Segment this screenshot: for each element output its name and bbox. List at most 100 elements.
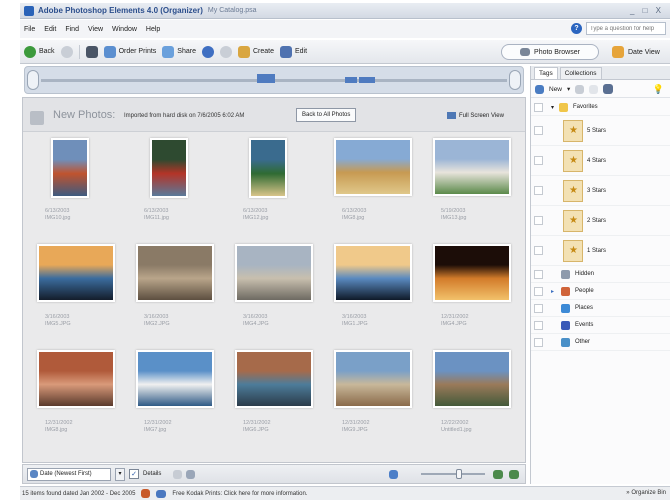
menu-window[interactable]: Window [112,26,137,33]
photo-thumbnail[interactable] [37,350,115,408]
photo-thumbnail-cell[interactable]: 12/22/2002 Untitled1.jpg [433,344,533,454]
timeline-bar[interactable] [257,74,275,83]
photo-thumbnail-cell[interactable]: 5/19/2003 IMG13.jpg [433,132,533,242]
tag-row[interactable]: Events [531,317,670,334]
tag-checkbox[interactable] [534,270,543,279]
tag-checkbox[interactable] [534,126,543,135]
slideshow-icon[interactable] [85,45,98,58]
edit-tag-icon[interactable] [589,84,599,94]
details-checkbox[interactable]: ✓ [129,469,139,479]
photo-thumbnail[interactable] [249,138,287,198]
create-button[interactable]: Create [237,45,274,58]
photo-thumbnail-cell[interactable]: 3/16/2003 IMG5.JPG [37,238,137,348]
back-button[interactable]: Back [24,45,55,58]
tag-row[interactable]: 1 Stars [531,236,670,266]
tab-tags[interactable]: Tags [534,67,558,79]
photo-thumbnail[interactable] [136,350,214,408]
menu-find[interactable]: Find [65,26,79,33]
photo-thumbnail[interactable] [433,138,511,196]
tab-collections[interactable]: Collections [559,67,602,79]
photo-thumbnail[interactable] [433,244,511,302]
filter-icon[interactable] [173,469,183,479]
timeline-bar[interactable] [345,77,357,83]
thumbnail-size-slider[interactable] [421,469,485,479]
kodak-prints-link[interactable]: Free Kodak Prints: Click here for more i… [172,491,307,497]
photo-thumbnail[interactable] [235,350,313,408]
tag-checkbox[interactable] [534,338,543,347]
tag-row[interactable]: ▸ People [531,283,670,300]
tag-checkbox[interactable] [534,321,543,330]
photo-thumbnail-cell[interactable]: 6/13/2003 IMG8.jpg [334,132,434,242]
photo-thumbnail[interactable] [334,350,412,408]
expand-arrow-icon[interactable]: ▾ [551,104,554,111]
tag-row[interactable]: 3 Stars [531,176,670,206]
organize-bin-button[interactable]: » Organize Bin [626,490,666,496]
tag-checkbox[interactable] [534,156,543,165]
photo-thumbnail[interactable] [37,244,115,302]
back-to-all-photos-button[interactable]: Back to All Photos [296,108,357,122]
edit-button[interactable]: Edit [280,45,307,58]
menu-help[interactable]: Help [146,26,160,33]
find-faces-icon[interactable] [603,84,614,94]
photo-thumbnail-cell[interactable]: 6/13/2003 IMG11.jpg [136,132,236,242]
photo-thumbnail[interactable] [433,350,511,408]
photo-thumbnail[interactable] [150,138,188,198]
full-screen-view-button[interactable]: Full Screen View [447,112,504,119]
menu-edit[interactable]: Edit [44,26,56,33]
rotate-right-icon[interactable] [219,45,232,58]
tag-row[interactable]: Hidden [531,266,670,283]
share-button[interactable]: Share [162,45,196,58]
photo-thumbnail-cell[interactable]: 3/16/2003 IMG1.JPG [334,238,434,348]
lightbulb-icon[interactable]: 💡 [653,84,664,95]
timeline-start-handle[interactable] [27,70,39,90]
new-dropdown-icon[interactable]: ▾ [567,85,570,93]
photo-thumbnail-cell[interactable]: 3/16/2003 IMG4.JPG [235,238,335,348]
tag-checkbox[interactable] [534,246,543,255]
order-prints-button[interactable]: Order Prints [103,45,156,58]
window-controls[interactable]: _ □ X [630,6,664,15]
tag-checkbox[interactable] [534,287,543,296]
photo-thumbnail[interactable] [51,138,89,198]
tag-checkbox[interactable] [534,304,543,313]
photo-thumbnail-cell[interactable]: 12/31/2002 IMG7.jpg [136,344,236,454]
menu-view[interactable]: View [88,26,103,33]
timeline[interactable] [24,66,524,94]
tag-checkbox[interactable] [534,103,543,112]
tag-row[interactable]: ▾ Favorites [531,99,670,116]
photo-thumbnail[interactable] [235,244,313,302]
menu-file[interactable]: File [24,26,35,33]
tag-checkbox[interactable] [534,186,543,195]
photo-thumbnail[interactable] [136,244,214,302]
single-photo-view-icon[interactable] [509,470,519,479]
new-tag-button[interactable]: New [549,86,562,93]
photo-thumbnail[interactable] [334,244,412,302]
tag-row[interactable]: 5 Stars [531,116,670,146]
photo-thumbnail-cell[interactable]: 6/13/2003 IMG10.jpg [37,132,137,242]
help-icon[interactable]: ? [571,23,582,34]
collapse-icon[interactable] [186,469,196,479]
photo-thumbnail-cell[interactable]: 12/31/2002 IMG4.JPG [433,238,533,348]
photo-thumbnail-cell[interactable]: 3/16/2003 IMG2.JPG [136,238,236,348]
sort-dropdown-button[interactable]: ▾ [115,467,125,481]
sort-order-select[interactable]: Date (Newest First) [27,467,111,481]
rotate-left-icon[interactable] [201,45,214,58]
timeline-end-handle[interactable] [509,70,521,90]
photo-thumbnail-cell[interactable]: 12/31/2002 IMG9.JPG [334,344,434,454]
photo-thumbnail-cell[interactable]: 6/13/2003 IMG12.jpg [235,132,335,242]
tag-row[interactable]: 2 Stars [531,206,670,236]
timeline-bar[interactable] [359,77,375,83]
expand-arrow-icon[interactable]: ▸ [551,288,554,295]
tag-checkbox[interactable] [534,216,543,225]
tag-row[interactable]: Other [531,334,670,351]
help-search-input[interactable] [586,22,666,35]
large-thumbnail-icon[interactable] [493,470,503,479]
photo-browser-button[interactable]: Photo Browser [501,44,599,60]
tag-row[interactable]: Places [531,300,670,317]
zoom-slider-knob[interactable] [455,469,462,479]
photo-thumbnail-cell[interactable]: 12/31/2002 IMG6.JPG [235,344,335,454]
date-view-button[interactable]: Date View [612,44,660,60]
small-thumbnail-icon[interactable] [389,470,398,479]
forward-arrow-icon[interactable] [60,45,73,58]
delete-tag-icon[interactable] [575,84,585,94]
photo-thumbnail-cell[interactable]: 12/31/2002 IMG8.jpg [37,344,137,454]
